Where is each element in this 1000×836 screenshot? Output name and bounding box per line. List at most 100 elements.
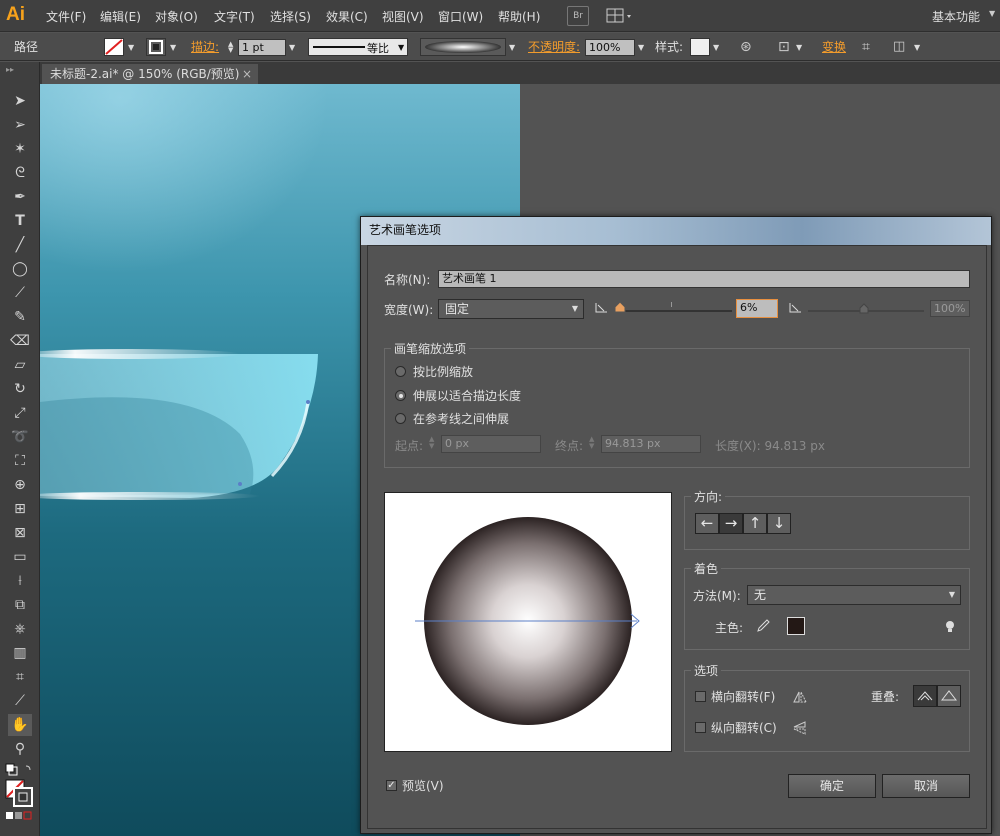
direct-selection-tool-icon[interactable]: ➢ bbox=[8, 114, 32, 136]
direction-left-button[interactable]: ← bbox=[695, 513, 719, 534]
tips-lightbulb-icon[interactable] bbox=[943, 619, 957, 635]
workspace-switcher[interactable]: 基本功能 bbox=[932, 8, 980, 25]
menu-type[interactable]: 文字(T) bbox=[214, 8, 255, 25]
panel-grip-icon[interactable]: ▸▸ bbox=[6, 65, 14, 74]
chevron-down-icon[interactable]: ▼ bbox=[796, 43, 802, 52]
preview-checkbox[interactable]: ✓ bbox=[386, 780, 397, 791]
flip-vertical-checkbox[interactable] bbox=[695, 722, 706, 733]
pencil-tool-icon[interactable]: ✎ bbox=[8, 306, 32, 328]
direction-down-button[interactable]: ↓ bbox=[767, 513, 791, 534]
menu-select[interactable]: 选择(S) bbox=[270, 8, 311, 25]
chevron-down-icon[interactable]: ▼ bbox=[638, 43, 644, 52]
pen-tool-icon[interactable]: ✒ bbox=[8, 186, 32, 208]
radio-stretch-between-guides[interactable] bbox=[395, 413, 406, 424]
flip-vertical-label[interactable]: 纵向翻转(C) bbox=[711, 719, 777, 736]
method-select[interactable]: 无 ▼ bbox=[747, 585, 961, 605]
preview-label[interactable]: 预览(V) bbox=[402, 777, 444, 794]
width-slider-handle[interactable] bbox=[614, 301, 626, 313]
width-select[interactable]: 固定 ▼ bbox=[438, 299, 584, 319]
fill-swatch[interactable] bbox=[104, 38, 124, 56]
max-width-slider-handle[interactable] bbox=[859, 303, 869, 315]
stepper-icon[interactable]: ▲ ▼ bbox=[228, 41, 233, 54]
zoom-tool-icon[interactable]: ⚲ bbox=[8, 738, 32, 760]
start-input: 0 px bbox=[441, 435, 541, 453]
key-color-swatch[interactable] bbox=[787, 617, 805, 635]
mesh-tool-icon[interactable]: ⊠ bbox=[8, 522, 32, 544]
paintbrush-tool-icon[interactable]: ⟋ bbox=[8, 282, 32, 304]
rotate-tool-icon[interactable]: ↻ bbox=[8, 378, 32, 400]
fill-stroke-swatches[interactable] bbox=[4, 762, 36, 822]
stroke-swatch[interactable] bbox=[146, 38, 166, 56]
column-graph-tool-icon[interactable]: ▥ bbox=[8, 642, 32, 664]
hand-tool-icon[interactable]: ✋ bbox=[8, 714, 32, 736]
warp-tool-icon[interactable]: ➰ bbox=[8, 426, 32, 448]
chevron-down-icon[interactable]: ▼ bbox=[713, 43, 719, 52]
width-percent-input[interactable]: 6% bbox=[736, 299, 778, 318]
chevron-down-icon[interactable]: ▼ bbox=[289, 43, 295, 52]
free-transform-tool-icon[interactable]: ⛶ bbox=[8, 450, 32, 472]
direction-up-button[interactable]: ↑ bbox=[743, 513, 767, 534]
transform-link[interactable]: 变换 bbox=[822, 33, 846, 61]
opacity-label[interactable]: 不透明度: bbox=[528, 33, 580, 61]
eyedropper-icon[interactable] bbox=[755, 618, 771, 634]
perspective-grid-tool-icon[interactable]: ⊞ bbox=[8, 498, 32, 520]
close-icon[interactable]: × bbox=[242, 64, 252, 84]
menu-file[interactable]: 文件(F) bbox=[46, 8, 86, 25]
name-input[interactable]: 艺术画笔 1 bbox=[438, 270, 970, 288]
symbol-sprayer-tool-icon[interactable]: ⎈ bbox=[8, 618, 32, 640]
type-tool-icon[interactable]: T bbox=[8, 210, 32, 232]
document-tab[interactable]: 未标题-2.ai* @ 150% (RGB/预览) × bbox=[42, 64, 258, 84]
overlap-adjust-button[interactable] bbox=[913, 685, 937, 707]
width-slider-track[interactable] bbox=[616, 310, 732, 312]
cancel-button[interactable]: 取消 bbox=[882, 774, 970, 798]
chevron-down-icon[interactable]: ▼ bbox=[170, 43, 176, 52]
recolor-icon[interactable]: ⊛ bbox=[740, 33, 752, 61]
dialog-title[interactable]: 艺术画笔选项 bbox=[361, 217, 991, 245]
align-icon[interactable]: ⊡ bbox=[778, 33, 790, 61]
brush-definition[interactable] bbox=[420, 38, 506, 56]
arrange-documents-button[interactable] bbox=[605, 6, 635, 26]
gradient-tool-icon[interactable]: ▭ bbox=[8, 546, 32, 568]
ok-button[interactable]: 确定 bbox=[788, 774, 876, 798]
menu-edit[interactable]: 编辑(E) bbox=[100, 8, 141, 25]
menu-effect[interactable]: 效果(C) bbox=[326, 8, 368, 25]
opacity-input[interactable]: 100% bbox=[585, 39, 635, 56]
slice-tool-icon[interactable]: ⟋ bbox=[8, 690, 32, 712]
chevron-down-icon[interactable]: ▼ bbox=[398, 43, 404, 52]
direction-right-button[interactable]: → bbox=[719, 513, 743, 534]
menu-window[interactable]: 窗口(W) bbox=[438, 8, 483, 25]
graphic-style-swatch[interactable] bbox=[690, 38, 710, 56]
blob-brush-tool-icon[interactable]: ⌫ bbox=[8, 330, 32, 352]
radio-stretch-between-guides-label[interactable]: 在参考线之间伸展 bbox=[413, 410, 509, 427]
panel-menu-icon[interactable]: ◫ bbox=[893, 33, 905, 61]
blend-tool-icon[interactable]: ⧉ bbox=[8, 594, 32, 616]
ellipse-tool-icon[interactable]: ◯ bbox=[8, 258, 32, 280]
chevron-down-icon[interactable]: ▼ bbox=[509, 43, 515, 52]
flip-horizontal-checkbox[interactable] bbox=[695, 691, 706, 702]
magic-wand-tool-icon[interactable]: ✶ bbox=[8, 138, 32, 160]
eyedropper-tool-icon[interactable]: ⟊ bbox=[8, 570, 32, 592]
radio-proportional-label[interactable]: 按比例缩放 bbox=[413, 363, 473, 380]
stroke-label[interactable]: 描边: bbox=[191, 33, 219, 61]
bridge-button[interactable]: Br bbox=[567, 6, 589, 26]
eraser-tool-icon[interactable]: ▱ bbox=[8, 354, 32, 376]
shape-builder-tool-icon[interactable]: ⊕ bbox=[8, 474, 32, 496]
line-tool-icon[interactable]: ╱ bbox=[8, 234, 32, 256]
scale-tool-icon[interactable]: ⤢ bbox=[8, 402, 32, 424]
menu-object[interactable]: 对象(O) bbox=[155, 8, 198, 25]
menu-help[interactable]: 帮助(H) bbox=[498, 8, 540, 25]
selection-tool-icon[interactable]: ➤ bbox=[8, 90, 32, 112]
lasso-tool-icon[interactable]: ᘓ bbox=[8, 162, 32, 184]
overlap-none-button[interactable] bbox=[937, 685, 961, 707]
artboard-tool-icon[interactable]: ⌗ bbox=[8, 666, 32, 688]
isolate-icon[interactable]: ⌗ bbox=[862, 33, 870, 61]
radio-stretch-to-fit-label[interactable]: 伸展以适合描边长度 bbox=[413, 387, 521, 404]
menu-view[interactable]: 视图(V) bbox=[382, 8, 424, 25]
radio-stretch-to-fit[interactable] bbox=[395, 390, 406, 401]
radio-proportional[interactable] bbox=[395, 366, 406, 377]
chevron-down-icon[interactable]: ▼ bbox=[128, 43, 134, 52]
flip-horizontal-label[interactable]: 横向翻转(F) bbox=[711, 688, 775, 705]
chevron-down-icon[interactable]: ▼ bbox=[914, 43, 920, 52]
stroke-weight-input[interactable]: 1 pt bbox=[238, 39, 286, 56]
variable-width-profile[interactable]: 等比 bbox=[308, 38, 408, 56]
